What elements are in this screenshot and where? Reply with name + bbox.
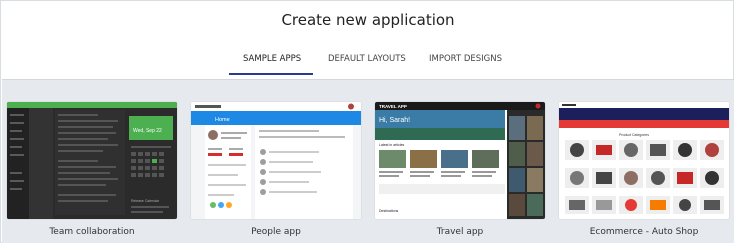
people-app-thumbnail[interactable]: Home <box>191 102 361 219</box>
team-calendar-label: Release Calendar <box>131 199 160 203</box>
app-caption: Travel app <box>436 227 484 237</box>
tab-import-designs[interactable]: IMPORT DESIGNS <box>429 54 502 64</box>
travel-greeting: Hi, Sarah! <box>379 117 410 124</box>
sample-apps-gallery: Wed, Sep 22 Release Calendar Team collab… <box>2 79 734 243</box>
ecommerce-auto-shop-thumbnail[interactable]: Product Categories <box>559 102 729 219</box>
team-collaboration-thumbnail[interactable]: Wed, Sep 22 Release Calendar <box>7 102 177 219</box>
tab-sample-apps[interactable]: SAMPLE APPS <box>243 54 301 64</box>
page-title: Create new application <box>281 11 455 29</box>
people-header-title: Home <box>215 117 230 123</box>
team-date-label: Wed, Sep 22 <box>133 128 162 134</box>
app-caption: People app <box>251 227 301 237</box>
dialog-frame: Create new application SAMPLE APPS DEFAU… <box>0 0 734 243</box>
travel-section-latest: Latest in articles <box>379 143 405 147</box>
tab-default-layouts[interactable]: DEFAULT LAYOUTS <box>328 54 406 64</box>
travel-app-thumbnail[interactable]: TRAVEL APP Hi, Sarah! Latest in articles <box>375 102 545 219</box>
app-caption: Team collaboration <box>49 227 135 237</box>
travel-app-title: TRAVEL APP <box>379 104 407 109</box>
shop-section-title: Product Categories <box>619 133 649 137</box>
active-tab-indicator <box>229 73 313 75</box>
app-caption: Ecommerce - Auto Shop <box>589 227 699 237</box>
tab-bar: SAMPLE APPS DEFAULT LAYOUTS IMPORT DESIG… <box>1 54 734 78</box>
travel-section-destinations: Destinations <box>379 209 399 213</box>
